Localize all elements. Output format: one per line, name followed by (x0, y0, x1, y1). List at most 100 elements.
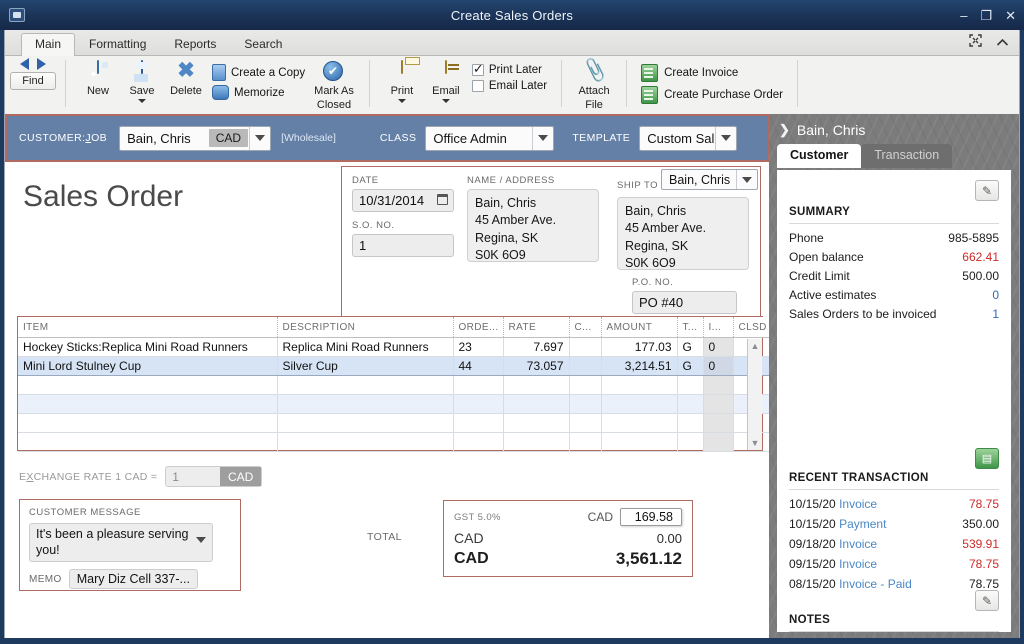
find-button[interactable]: Find (10, 72, 56, 90)
po-no-input[interactable]: PO #40 (632, 291, 737, 314)
col-t[interactable]: T... (677, 317, 704, 338)
col-clsd[interactable]: CLSD (733, 317, 769, 338)
col-ordered[interactable]: ORDE... (453, 317, 504, 338)
table-row[interactable]: Mini Lord Stulney Cup Silver Cup 44 73.0… (18, 356, 769, 376)
cell-rate[interactable]: 7.697 (503, 337, 570, 357)
memo-input[interactable]: Mary Diz Cell 337-... (68, 569, 198, 590)
sidebar-tab-customer[interactable]: Customer (777, 144, 862, 168)
save-button[interactable]: Save (120, 59, 164, 104)
table-row-empty[interactable] (18, 432, 769, 452)
table-scrollbar[interactable]: ▲ ▼ (747, 339, 762, 450)
tab-search[interactable]: Search (230, 33, 296, 55)
create-a-copy-button[interactable]: Create a Copy (212, 64, 305, 81)
sidebar-tab-transaction[interactable]: Transaction (861, 144, 953, 168)
new-button[interactable]: ✦ New (76, 59, 120, 97)
summary-value-sales-orders[interactable]: 1 (992, 307, 999, 321)
col-description[interactable]: DESCRIPTION (277, 317, 454, 338)
recent-transaction-row[interactable]: 09/18/20 Invoice 539.91 (789, 534, 999, 554)
mark-as-closed-button[interactable]: ✔ Mark As Closed (309, 59, 359, 111)
class-dropdown-arrow[interactable] (532, 126, 553, 150)
col-item[interactable]: ITEM (18, 317, 278, 338)
edit-notes-pencil-icon[interactable]: ✎ (975, 590, 999, 611)
recent-transaction-row[interactable]: 10/15/20 Invoice 78.75 (789, 494, 999, 514)
col-i[interactable]: I... (703, 317, 734, 338)
cell-ordered[interactable]: 44 (453, 356, 504, 376)
ship-to-combobox[interactable]: Bain, Chris (661, 169, 758, 190)
attach-file-button[interactable]: 📎 Attach File (572, 58, 616, 112)
tab-main[interactable]: Main (21, 33, 76, 56)
cell-ordered[interactable]: 23 (453, 337, 504, 357)
recent-transaction-row[interactable]: 10/15/20 Payment 350.00 (789, 514, 999, 534)
cell-tax[interactable]: G (677, 356, 704, 376)
close-icon[interactable]: ✕ (1005, 9, 1016, 22)
print-later-checkbox[interactable] (471, 62, 484, 76)
cell-amount[interactable]: 177.03 (601, 337, 678, 357)
email-button[interactable]: Email (424, 59, 468, 104)
template-dropdown-arrow[interactable] (715, 126, 736, 150)
memorize-button[interactable]: Memorize (212, 85, 305, 100)
maximize-icon[interactable]: ❐ (980, 9, 992, 22)
recent-type-link[interactable]: Invoice (839, 537, 877, 551)
summary-value-open-balance[interactable]: 662.41 (962, 250, 999, 264)
customer-job-combobox[interactable]: Bain, Chris CAD (119, 125, 272, 151)
summary-value-active-estimates[interactable]: 0 (992, 288, 999, 302)
customer-job-dropdown-arrow[interactable] (249, 126, 270, 150)
cell-item[interactable]: Mini Lord Stulney Cup (18, 356, 278, 376)
template-combobox[interactable]: Custom Sal... (639, 125, 738, 151)
ship-address-textarea[interactable]: Bain, Chris 45 Amber Ave. Regina, SK S0K… (617, 197, 749, 270)
recent-type-link[interactable]: Invoice (839, 557, 877, 571)
cell-c[interactable] (569, 337, 602, 357)
create-invoice-button[interactable]: Create Invoice (641, 64, 783, 82)
recent-type-link[interactable]: Payment (839, 517, 886, 531)
create-purchase-order-button[interactable]: Create Purchase Order (641, 86, 783, 104)
table-row-empty[interactable] (18, 394, 769, 414)
cell-rate[interactable]: 73.057 (503, 356, 570, 376)
recent-transactions-report-icon[interactable]: ▤ (975, 448, 999, 469)
print-button[interactable]: Print (380, 59, 424, 104)
col-amount[interactable]: AMOUNT (601, 317, 678, 338)
tab-formatting[interactable]: Formatting (75, 33, 160, 55)
chevron-right-icon[interactable]: ❯ (779, 122, 790, 138)
tab-reports[interactable]: Reports (160, 33, 230, 55)
cell-item[interactable]: Hockey Sticks:Replica Mini Road Runners (18, 337, 278, 357)
table-row-empty[interactable] (18, 413, 769, 433)
recent-transaction-row[interactable]: 09/15/20 Invoice 78.75 (789, 554, 999, 574)
delete-button[interactable]: ✖ Delete (164, 59, 208, 97)
col-rate[interactable]: RATE (503, 317, 570, 338)
customer-message-dropdown-arrow[interactable] (196, 537, 206, 543)
edit-summary-pencil-icon[interactable]: ✎ (975, 180, 999, 201)
print-later-row[interactable]: Print Later (471, 62, 547, 76)
class-combobox[interactable]: Office Admin (425, 125, 555, 151)
exchange-rate-input[interactable]: 1 CAD (165, 466, 263, 487)
date-input[interactable]: 10/31/2014 (352, 189, 454, 212)
scroll-up-arrow-icon[interactable]: ▲ (748, 339, 762, 353)
minimize-icon[interactable]: – (960, 9, 967, 22)
cell-description[interactable]: Replica Mini Road Runners (277, 337, 454, 357)
gst-amount-input[interactable]: 169.58 (620, 508, 682, 526)
print-dropdown-caret-icon[interactable] (397, 99, 406, 104)
col-c[interactable]: C... (569, 317, 602, 338)
customer-message-combobox[interactable]: It's been a pleasure serving you! (29, 523, 213, 563)
next-arrow-icon[interactable] (37, 58, 46, 70)
so-no-input[interactable]: 1 (352, 234, 454, 257)
recent-type-link[interactable]: Invoice - Paid (839, 577, 912, 591)
table-row[interactable]: Hockey Sticks:Replica Mini Road Runners … (18, 337, 769, 357)
cell-invoiced[interactable]: 0 (703, 337, 734, 357)
cell-invoiced[interactable]: 0 (703, 356, 734, 376)
email-later-row[interactable]: Email Later (471, 80, 547, 92)
cell-amount[interactable]: 3,214.51 (601, 356, 678, 376)
recent-type-link[interactable]: Invoice (839, 497, 877, 511)
calendar-icon[interactable] (437, 194, 448, 205)
cell-description[interactable]: Silver Cup (277, 356, 454, 376)
email-later-checkbox[interactable] (471, 80, 484, 92)
cell-tax[interactable]: G (677, 337, 704, 357)
save-dropdown-caret-icon[interactable] (138, 99, 146, 104)
email-dropdown-caret-icon[interactable] (441, 99, 450, 104)
ship-to-dropdown-arrow[interactable] (736, 170, 757, 189)
scroll-down-arrow-icon[interactable]: ▼ (748, 436, 762, 450)
table-row-empty[interactable] (18, 375, 769, 395)
fullscreen-icon[interactable] (969, 34, 982, 52)
name-address-textarea[interactable]: Bain, Chris 45 Amber Ave. Regina, SK S0K… (467, 189, 599, 262)
previous-arrow-icon[interactable] (20, 58, 29, 70)
cell-c[interactable] (569, 356, 602, 376)
